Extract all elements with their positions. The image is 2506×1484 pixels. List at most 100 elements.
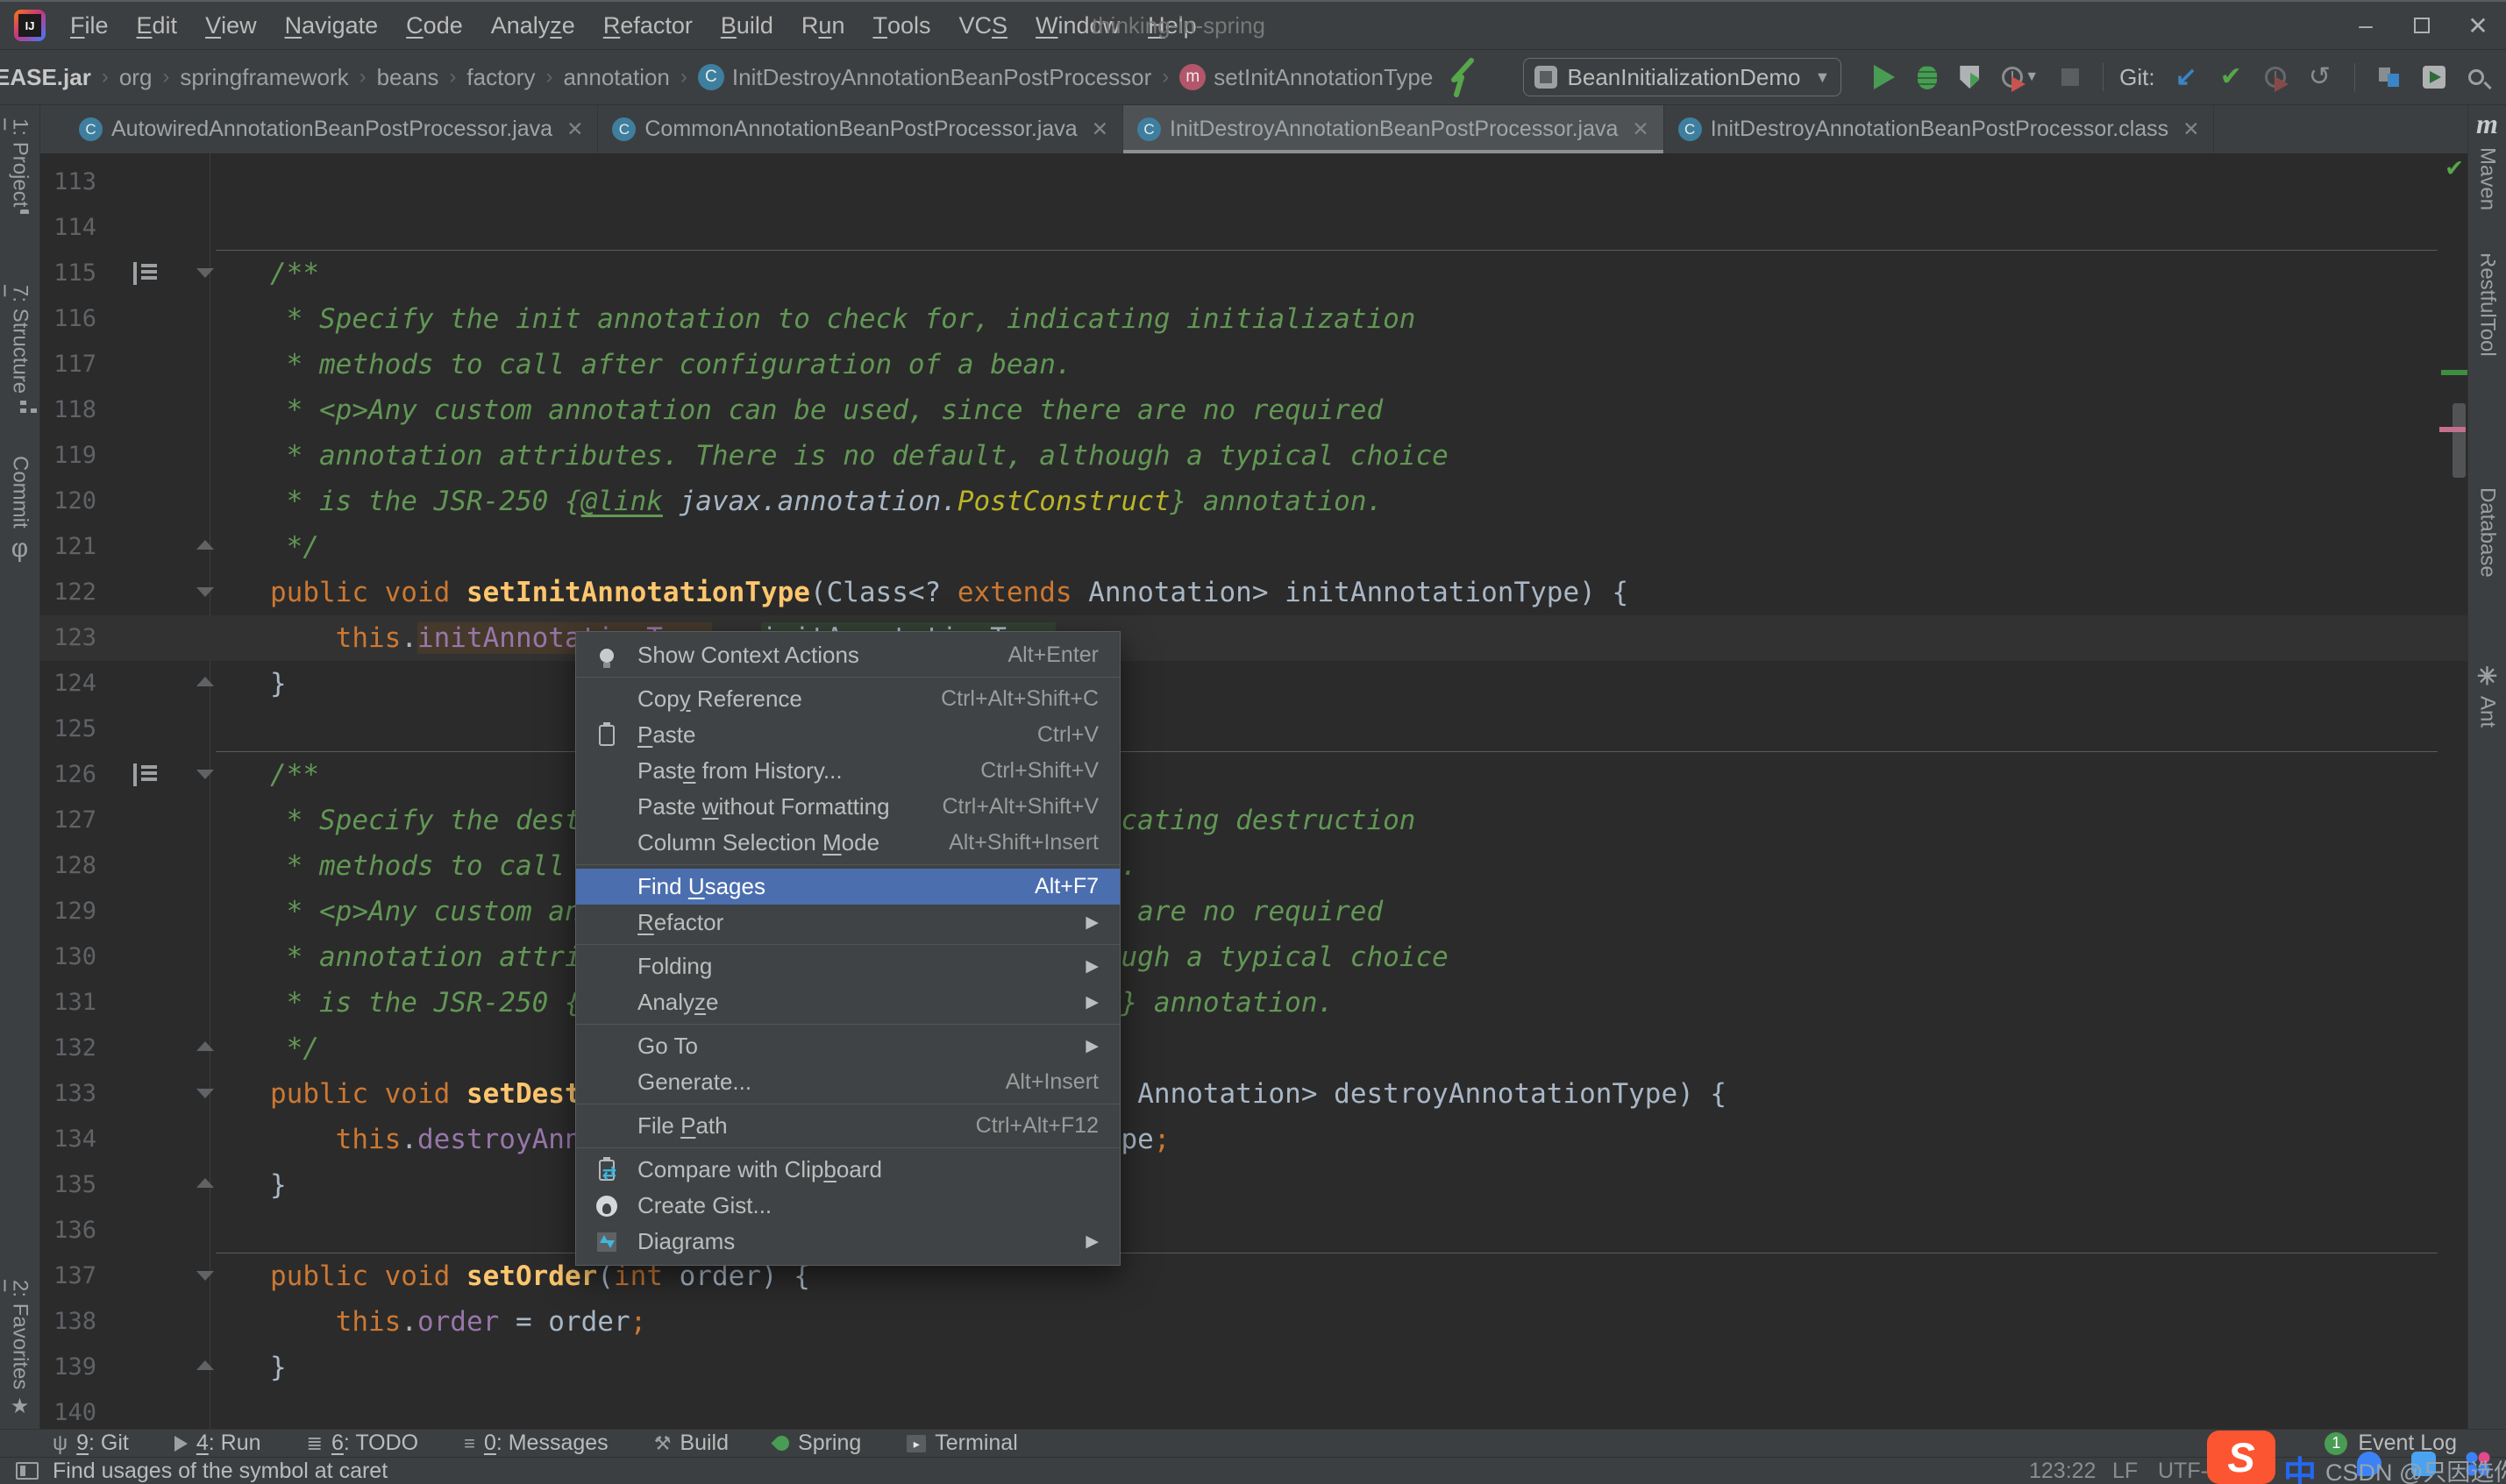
code-line[interactable]: 132 */ <box>40 1026 2467 1071</box>
tool-window-button-project[interactable]: 1: Project <box>0 118 39 214</box>
context-menu-item-copy-reference[interactable]: Copy ReferenceCtrl+Alt+Shift+C <box>576 681 1120 717</box>
code-line[interactable]: 127 * Specify the destroy annotation to … <box>40 798 2467 843</box>
breadcrumb-item[interactable]: factory <box>466 64 535 91</box>
code-line[interactable]: 115/** <box>40 251 2467 296</box>
code-line[interactable]: 126/** <box>40 752 2467 798</box>
line-separator-widget[interactable]: LF <box>2112 1458 2138 1484</box>
tool-window-button-todo[interactable]: ≣6: TODO <box>307 1431 419 1456</box>
code-line[interactable]: 122public void setInitAnnotationType(Cla… <box>40 570 2467 615</box>
tool-window-button-terminal[interactable]: ▸Terminal <box>907 1431 1017 1456</box>
code-line[interactable]: 130 * annotation attributes. There is no… <box>40 934 2467 980</box>
maximize-button[interactable] <box>2394 2 2450 49</box>
tool-window-button-spring[interactable]: Spring <box>774 1431 861 1456</box>
git-update-button[interactable]: ↙ <box>2175 64 2197 90</box>
profiler-button[interactable]: ▼ <box>2002 67 2039 88</box>
code-line[interactable]: 136 <box>40 1208 2467 1253</box>
fold-marker-icon[interactable] <box>196 770 214 779</box>
code-line[interactable]: 129 * <p>Any custom annotation can be us… <box>40 889 2467 934</box>
line-number[interactable]: 132 <box>40 1026 96 1071</box>
line-number[interactable]: 131 <box>40 980 96 1026</box>
tool-window-toggle-icon[interactable] <box>16 1462 39 1480</box>
history-button[interactable] <box>2265 67 2286 88</box>
line-number[interactable]: 138 <box>40 1299 96 1345</box>
menubar-item-edit[interactable]: Edit <box>123 2 192 49</box>
code-line[interactable]: 114 <box>40 205 2467 251</box>
line-number[interactable]: 126 <box>40 752 96 798</box>
code-line[interactable]: 135} <box>40 1162 2467 1208</box>
code-line[interactable]: 138 this.order = order; <box>40 1299 2467 1345</box>
line-number[interactable]: 118 <box>40 387 96 433</box>
tab-close-icon[interactable]: ✕ <box>1092 117 1108 141</box>
tool-window-button-git[interactable]: ψ9: Git <box>53 1431 129 1456</box>
rollback-button[interactable]: ↺ <box>2309 64 2331 90</box>
run-with-coverage-button[interactable] <box>1960 66 1979 89</box>
debug-button[interactable] <box>1918 66 1937 89</box>
fold-marker-icon[interactable] <box>196 1089 214 1098</box>
line-number[interactable]: 122 <box>40 570 96 615</box>
fold-marker-icon[interactable] <box>196 268 214 278</box>
tool-window-button-maven[interactable]: mMaven <box>2468 108 2506 210</box>
editor-tab[interactable]: CInitDestroyAnnotationBeanPostProcessor.… <box>1664 105 2215 153</box>
stop-button[interactable] <box>2061 68 2079 86</box>
tool-window-button-database[interactable]: Database <box>2468 480 2506 578</box>
code-line[interactable]: 113 <box>40 160 2467 205</box>
tab-close-icon[interactable]: ✕ <box>2182 117 2199 141</box>
fold-marker-icon[interactable] <box>196 1041 214 1051</box>
render-doc-icon[interactable] <box>133 763 158 786</box>
context-menu-item-paste[interactable]: PasteCtrl+V <box>576 717 1120 753</box>
code-line[interactable]: 117 * methods to call after configuratio… <box>40 342 2467 387</box>
context-menu-item-paste-from-history[interactable]: Paste from History...Ctrl+Shift+V <box>576 753 1120 789</box>
menubar-item-navigate[interactable]: Navigate <box>271 2 393 49</box>
tool-window-button-ant[interactable]: ✳Ant <box>2468 664 2506 728</box>
inspections-ok-icon[interactable]: ✔ <box>2446 153 2462 182</box>
spring-navigate-icon[interactable] <box>1447 57 1477 97</box>
line-number[interactable]: 128 <box>40 843 96 889</box>
menubar-item-code[interactable]: Code <box>392 2 477 49</box>
line-number[interactable]: 130 <box>40 934 96 980</box>
code-line[interactable]: 119 * annotation attributes. There is no… <box>40 433 2467 479</box>
compare-branches-button[interactable] <box>2379 67 2400 87</box>
line-number[interactable]: 121 <box>40 524 96 570</box>
code-line[interactable]: 120 * is the JSR-250 {@link javax.annota… <box>40 479 2467 524</box>
code-line[interactable]: 140 <box>40 1390 2467 1429</box>
minimize-button[interactable]: – <box>2338 2 2394 49</box>
line-number[interactable]: 137 <box>40 1253 96 1299</box>
tool-window-button-messages[interactable]: ≡0: Messages <box>464 1431 609 1456</box>
git-commit-button[interactable]: ✔ <box>2220 64 2242 90</box>
code-line[interactable]: 121 */ <box>40 524 2467 570</box>
breadcrumb-item[interactable]: CInitDestroyAnnotationBeanPostProcessor <box>698 64 1151 91</box>
line-number[interactable]: 119 <box>40 433 96 479</box>
code-line[interactable]: 123 this.initAnnotationType = initAnnota… <box>40 615 2467 661</box>
run-button[interactable] <box>1874 65 1895 89</box>
menubar-item-analyze[interactable]: Analyze <box>477 2 589 49</box>
run-configuration-select[interactable]: BeanInitializationDemo ▼ <box>1523 58 1842 96</box>
line-number[interactable]: 125 <box>40 706 96 752</box>
tool-window-button-commit[interactable]: Commitφ <box>0 456 39 562</box>
menubar-item-build[interactable]: Build <box>707 2 787 49</box>
context-menu-item-diagrams[interactable]: Diagrams▶ <box>576 1224 1120 1260</box>
render-doc-icon[interactable] <box>133 262 158 285</box>
line-number[interactable]: 120 <box>40 479 96 524</box>
line-number[interactable]: 113 <box>40 160 96 205</box>
run-anything-button[interactable] <box>2423 66 2445 89</box>
code-line[interactable]: 125 <box>40 706 2467 752</box>
context-menu-item-analyze[interactable]: Analyze▶ <box>576 984 1120 1020</box>
context-menu-item-find-usages[interactable]: Find UsagesAlt+F7 <box>576 869 1120 905</box>
menubar-item-tools[interactable]: Tools <box>858 2 944 49</box>
tool-window-button-structure[interactable]: 7: Structure <box>0 285 39 401</box>
code-line[interactable]: 131 * is the JSR-250 {@link javax.annota… <box>40 980 2467 1026</box>
code-editor[interactable]: 113114115/**116 * Specify the init annot… <box>40 153 2467 1429</box>
tab-close-icon[interactable]: ✕ <box>566 117 583 141</box>
context-menu-item-paste-without-formatting[interactable]: Paste without FormattingCtrl+Alt+Shift+V <box>576 789 1120 825</box>
line-number[interactable]: 133 <box>40 1071 96 1117</box>
menubar-item-refactor[interactable]: Refactor <box>589 2 707 49</box>
breadcrumb-item[interactable]: org <box>119 64 153 91</box>
error-stripe-mark-pink[interactable] <box>2439 427 2466 432</box>
editor-tab[interactable]: CAutowiredAnnotationBeanPostProcessor.ja… <box>65 105 598 153</box>
context-menu-item-go-to[interactable]: Go To▶ <box>576 1028 1120 1064</box>
context-menu-item-file-path[interactable]: File PathCtrl+Alt+F12 <box>576 1108 1120 1144</box>
breadcrumb-item[interactable]: annotation <box>563 64 669 91</box>
tool-window-button-favorites[interactable]: 2: Favorites★ <box>0 1280 39 1417</box>
line-number[interactable]: 140 <box>40 1390 96 1429</box>
editor-tab[interactable]: CCommonAnnotationBeanPostProcessor.java✕ <box>598 105 1123 153</box>
